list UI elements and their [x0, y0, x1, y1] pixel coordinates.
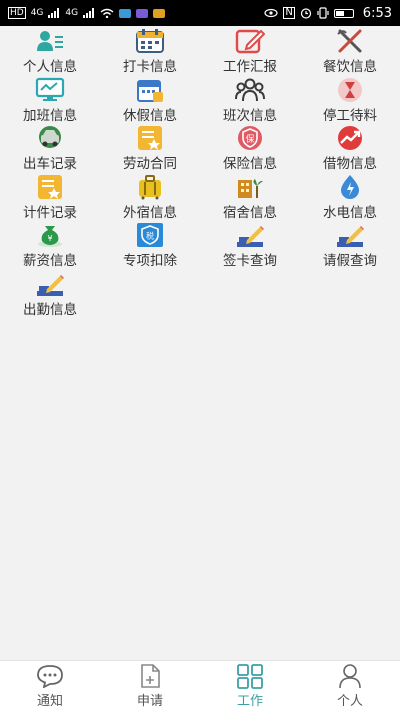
alarm-icon [300, 8, 311, 19]
grid-item-label: 出车记录 [23, 156, 77, 173]
svg-text:¥: ¥ [47, 234, 52, 243]
grid-item-personal-info[interactable]: 个人信息 [0, 26, 100, 75]
grid-item-label: 休假信息 [123, 107, 177, 124]
battery-icon [333, 8, 354, 18]
suitcase-icon [135, 174, 165, 200]
grid-item-label: 餐饮信息 [323, 59, 377, 75]
insurance-icon: 保 [235, 125, 265, 151]
signal-icon-1: 4G [30, 8, 44, 18]
app-notify-icon-1 [119, 8, 132, 18]
pencil-steps-icon [35, 271, 65, 297]
grid-item-label: 宿舍信息 [223, 204, 277, 221]
grid-item-label: 打卡信息 [123, 59, 177, 75]
grid-item-dormitory[interactable]: 宿舍信息 [200, 172, 300, 221]
grid-item-label: 工作汇报 [223, 59, 277, 75]
vibrate-icon [317, 7, 329, 19]
grid-item-label: 保险信息 [223, 156, 277, 173]
signal-bars-icon [48, 8, 60, 18]
group-icon [235, 77, 265, 103]
grid-item-sign-card-query[interactable]: 签卡查询 [200, 220, 300, 269]
trend-icon [335, 125, 365, 151]
grid-item-borrowing[interactable]: 借物信息 [300, 123, 400, 172]
bottom-tab-bar: 通知 申请 工作 个人 [0, 660, 400, 710]
tab-label: 申请 [136, 693, 163, 709]
dorm-icon [235, 174, 265, 200]
grid-item-label: 个人信息 [23, 58, 77, 75]
grid-item-vehicle-log[interactable]: 出车记录 [0, 123, 100, 172]
app-notify-icon-3 [153, 8, 166, 18]
tab-label: 个人 [336, 693, 363, 709]
grid-item-salary[interactable]: ¥ 薪资信息 [0, 220, 100, 269]
monitor-icon [35, 77, 65, 103]
signal-bars-icon-2 [83, 8, 95, 18]
grid-item-label: 加班信息 [23, 107, 77, 124]
grid-item-label: 外宿信息 [123, 204, 177, 221]
status-time: 6:53 [362, 5, 392, 21]
water-electric-icon [335, 174, 365, 200]
grid-item-label: 出勤信息 [23, 301, 77, 318]
function-grid: 个人信息 打卡信息 工作汇报 餐饮信息 加班信息 休假信息 班次信息 停工待料 … [0, 26, 400, 318]
grid-item-overtime[interactable]: 加班信息 [0, 75, 100, 124]
app-notify-icon-2 [136, 8, 149, 18]
grid-item-leave-query[interactable]: 请假查询 [300, 220, 400, 269]
person-info-icon [35, 28, 65, 54]
person-icon [336, 663, 364, 689]
calendar-clock-icon [135, 28, 165, 54]
grid-item-clock-in[interactable]: 打卡信息 [100, 26, 200, 75]
pencil-steps-icon [335, 222, 365, 248]
grid-item-labor-contract[interactable]: 劳动合同 [100, 123, 200, 172]
grid-item-label: 借物信息 [323, 156, 377, 173]
pencil-steps-icon [235, 222, 265, 248]
grid-item-catering[interactable]: 餐饮信息 [300, 26, 400, 75]
grid-item-shift[interactable]: 班次信息 [200, 75, 300, 124]
document-add-icon [136, 663, 164, 689]
status-bar: HD 4G 4G N 6:53 [0, 0, 400, 26]
insurance-badge-text: 保 [245, 133, 254, 145]
hd-icon: HD [8, 7, 26, 19]
money-bag-icon: ¥ [35, 222, 65, 248]
grid-item-label: 水电信息 [323, 204, 377, 221]
tab-work[interactable]: 工作 [200, 661, 300, 710]
chat-bubble-icon [36, 663, 64, 689]
deduction-shield-icon: 税 [135, 222, 165, 248]
grid-item-work-stoppage[interactable]: 停工待料 [300, 75, 400, 124]
deduction-badge-text: 税 [146, 231, 154, 241]
edit-report-icon [235, 28, 265, 54]
tab-notifications[interactable]: 通知 [0, 661, 100, 710]
grid-item-utilities[interactable]: 水电信息 [300, 172, 400, 221]
grid-item-work-report[interactable]: 工作汇报 [200, 26, 300, 75]
grid-item-attendance[interactable]: 出勤信息 [0, 269, 100, 318]
grid-item-special-deduction[interactable]: 税 专项扣除 [100, 220, 200, 269]
piecework-icon [35, 174, 65, 200]
grid-item-label: 停工待料 [323, 107, 377, 124]
hourglass-icon [335, 77, 365, 103]
fork-knife-icon [335, 28, 365, 54]
tab-personal[interactable]: 个人 [300, 661, 400, 710]
grid-item-label: 签卡查询 [223, 253, 277, 270]
grid-item-label: 劳动合同 [123, 156, 177, 173]
tab-label: 通知 [36, 693, 63, 709]
grid-item-label: 班次信息 [223, 107, 277, 124]
grid-item-piecework[interactable]: 计件记录 [0, 172, 100, 221]
grid-item-label: 专项扣除 [123, 253, 177, 270]
grid-item-label: 计件记录 [23, 204, 77, 221]
wifi-icon [100, 8, 114, 18]
tab-label: 工作 [236, 693, 263, 709]
grid-item-vacation[interactable]: 休假信息 [100, 75, 200, 124]
grid-item-label: 请假查询 [323, 253, 377, 270]
eye-icon [264, 8, 278, 18]
contract-icon [135, 125, 165, 151]
signal-icon-2: 4G [65, 8, 79, 18]
nfc-icon: N [283, 7, 295, 19]
calendar-vacation-icon [135, 77, 165, 103]
status-left: HD 4G 4G [8, 7, 166, 19]
grid-item-outside-lodging[interactable]: 外宿信息 [100, 172, 200, 221]
status-right: N 6:53 [264, 6, 392, 21]
car-icon [35, 125, 65, 151]
grid-apps-icon [236, 663, 264, 689]
tab-apply[interactable]: 申请 [100, 661, 200, 710]
grid-item-label: 薪资信息 [23, 253, 77, 270]
grid-item-insurance[interactable]: 保 保险信息 [200, 123, 300, 172]
